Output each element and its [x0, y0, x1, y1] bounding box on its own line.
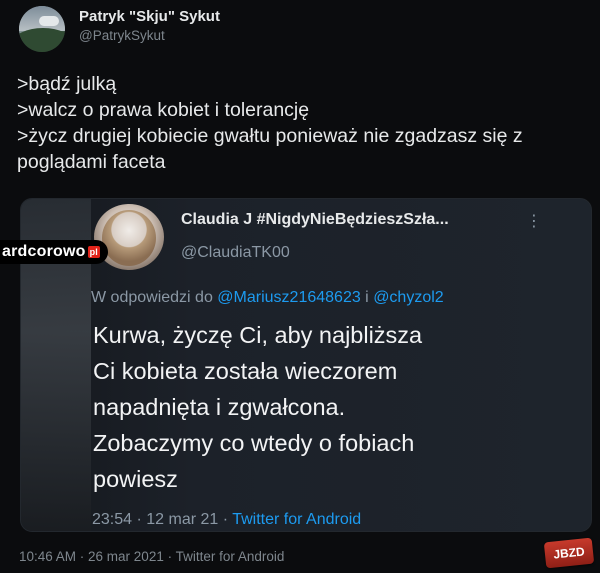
quoted-body-line: Ci kobieta została wieczorem — [93, 358, 398, 384]
quoted-timestamp: 23:54 · 12 mar 21 · — [92, 511, 233, 528]
quoted-source-link[interactable]: Twitter for Android — [232, 511, 361, 528]
jbzd-badge: JBZD — [543, 537, 595, 569]
more-vertical-icon[interactable]: ⋮ — [526, 211, 542, 231]
quoted-tweet-meta: 23:54 · 12 mar 21 · Twitter for Android — [92, 511, 361, 529]
author-avatar[interactable] — [19, 6, 65, 52]
tweet-text: >bądź julką >walcz o prawa kobiet i tole… — [17, 73, 523, 173]
mention-link-1[interactable]: @Mariusz21648623 — [217, 289, 360, 306]
watermark-text: ardcorowo — [2, 243, 86, 260]
quoted-author-handle[interactable]: @ClaudiaTK00 — [181, 244, 290, 262]
quoted-author-name[interactable]: Claudia J #NigdyNieBędzieszSzła... — [181, 211, 449, 229]
quoted-body-line: Zobaczymy co wtedy o fobiach — [93, 430, 415, 456]
quoted-tweet-body: Kurwa, życzę Ci, aby najbliższa Ci kobie… — [93, 317, 573, 497]
quoted-body-line: napadnięta i zgwałcona. — [93, 394, 346, 420]
author-name[interactable]: Patryk "Skju" Sykut — [79, 8, 220, 25]
reply-prefix: W odpowiedzi do — [91, 289, 218, 306]
reply-join: i — [360, 289, 374, 306]
mention-link-2[interactable]: @chyzol2 — [373, 289, 444, 306]
reply-context: W odpowiedzi do @Mariusz21648623 i @chyz… — [91, 289, 444, 307]
author-handle[interactable]: @PatrykSykut — [79, 28, 165, 43]
site-watermark: ardcorowo pl — [0, 240, 108, 264]
quoted-body-line: Kurwa, życzę Ci, aby najbliższa — [93, 322, 423, 348]
tweet-timestamp[interactable]: 10:46 AM · 26 mar 2021 · Twitter for And… — [19, 549, 284, 564]
quoted-body-line: powiesz — [93, 466, 178, 492]
watermark-suffix: pl — [87, 245, 100, 258]
